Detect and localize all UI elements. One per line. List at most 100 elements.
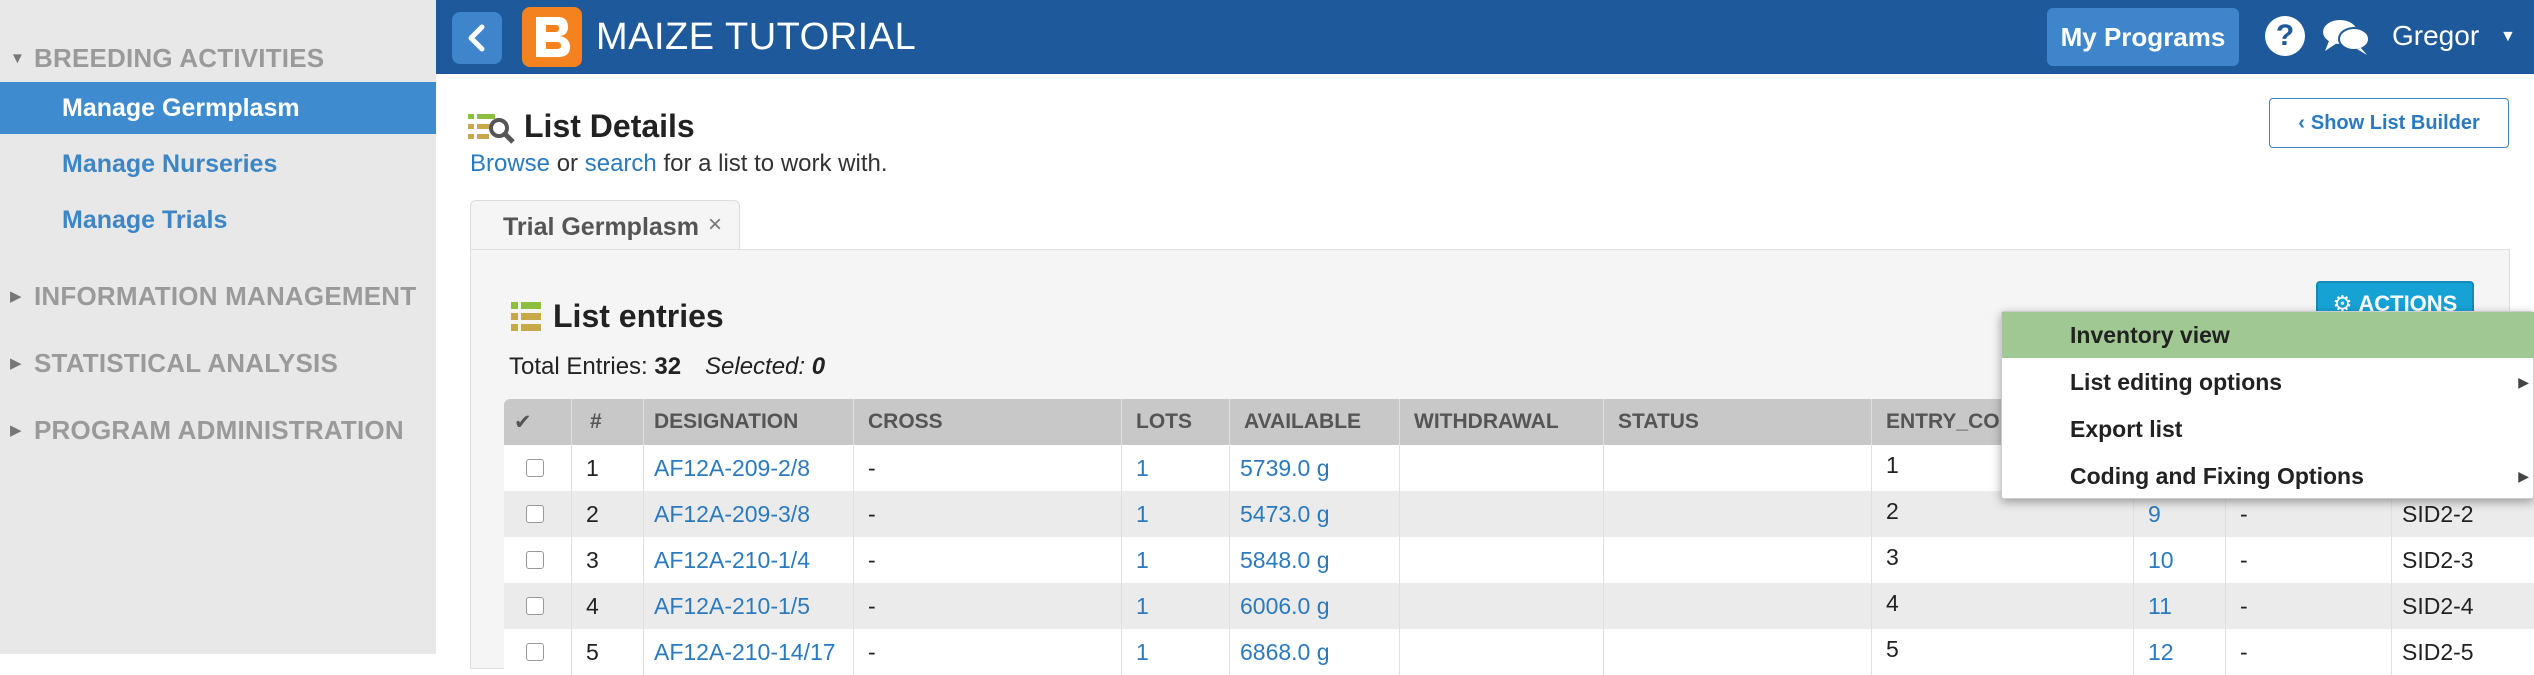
cell-gid[interactable]: 12 — [2134, 629, 2226, 675]
sidebar-item-manage-nurseries[interactable]: Manage Nurseries — [0, 138, 436, 190]
menu-item-coding-and-fixing-options[interactable]: Coding and Fixing Options ▶ — [2002, 453, 2534, 499]
browse-link[interactable]: Browse — [470, 150, 550, 177]
cell-lots[interactable]: 1 — [1122, 491, 1230, 537]
cell-gid-text[interactable]: 11 — [2148, 593, 2172, 620]
cell-gid[interactable]: 10 — [2134, 537, 2226, 583]
cell-available[interactable]: 5473.0 g — [1230, 491, 1400, 537]
cell-designation-text[interactable]: AF12A-210-14/17 — [654, 639, 836, 666]
cell-designation[interactable]: AF12A-210-14/17 — [644, 629, 854, 675]
column-header-lots[interactable]: LOTS — [1122, 399, 1230, 445]
cell-lots[interactable]: 1 — [1122, 445, 1230, 491]
menu-item-export-list[interactable]: Export list — [2002, 406, 2534, 452]
sidebar-item-manage-trials[interactable]: Manage Trials — [0, 194, 436, 246]
sidebar-section-statistical-analysis[interactable]: ▶ STATISTICAL ANALYSIS — [0, 341, 436, 385]
cell-designation[interactable]: AF12A-210-1/5 — [644, 583, 854, 629]
cell-available[interactable]: 5848.0 g — [1230, 537, 1400, 583]
show-list-builder-button[interactable]: ‹ Show List Builder — [2269, 98, 2509, 148]
cell-designation[interactable]: AF12A-209-3/8 — [644, 491, 854, 537]
cell-entry-code: 3 — [1872, 537, 2134, 583]
cell-lots[interactable]: 1 — [1122, 629, 1230, 675]
caret-down-icon: ▼ — [10, 49, 25, 67]
cell-designation-text[interactable]: AF12A-210-1/5 — [654, 593, 810, 620]
sidebar-section-information-management[interactable]: ▶ INFORMATION MANAGEMENT — [0, 274, 436, 318]
cell-available[interactable]: 6868.0 g — [1230, 629, 1400, 675]
row-checkbox — [504, 537, 572, 583]
column-header-available[interactable]: AVAILABLE — [1230, 399, 1400, 445]
cell-num: 5 — [572, 629, 644, 675]
cell-gid-text[interactable]: 12 — [2148, 639, 2174, 666]
cell-designation-text[interactable]: AF12A-209-3/8 — [654, 501, 810, 528]
caret-down-icon[interactable]: ▼ — [2500, 28, 2516, 46]
tab-trial-germplasm[interactable]: Trial Germplasm × — [470, 200, 740, 250]
cell-source-text: SID2-3 — [2402, 546, 2474, 573]
menu-item-label: Coding and Fixing Options — [2070, 462, 2364, 489]
cell-extra-text: - — [2240, 638, 2248, 665]
cell-gid[interactable]: 11 — [2134, 583, 2226, 629]
sidebar-section-breeding-activities[interactable]: ▼ BREEDING ACTIVITIES — [0, 36, 436, 80]
cell-lots-text[interactable]: 1 — [1136, 547, 1149, 574]
hint-suffix: for a list to work with. — [663, 150, 888, 177]
column-header-withdrawal[interactable]: WITHDRAWAL — [1400, 399, 1604, 445]
cell-available-text[interactable]: 6868.0 g — [1240, 639, 1330, 666]
close-icon[interactable]: × — [708, 211, 722, 239]
cell-available-text[interactable]: 5473.0 g — [1240, 501, 1330, 528]
cell-cross-text: - — [868, 500, 876, 527]
search-link[interactable]: search — [585, 150, 657, 177]
cell-source: SID2-3 — [2392, 537, 2534, 583]
cell-gid-text[interactable]: 9 — [2148, 501, 2161, 528]
column-header-status[interactable]: STATUS — [1604, 399, 1872, 445]
cell-lots[interactable]: 1 — [1122, 537, 1230, 583]
cell-available[interactable]: 6006.0 g — [1230, 583, 1400, 629]
chevron-left-icon: ‹ — [2298, 111, 2305, 134]
cell-designation[interactable]: AF12A-209-2/8 — [644, 445, 854, 491]
sidebar-item-manage-germplasm[interactable]: Manage Germplasm — [0, 82, 436, 134]
row-checkbox-input[interactable] — [526, 505, 544, 523]
cell-source: SID2-5 — [2392, 629, 2534, 675]
cell-designation-text[interactable]: AF12A-209-2/8 — [654, 455, 810, 482]
cell-designation-text[interactable]: AF12A-210-1/4 — [654, 547, 810, 574]
user-menu[interactable]: Gregor — [2392, 20, 2479, 52]
row-checkbox-input[interactable] — [526, 459, 544, 477]
column-header-cross[interactable]: CROSS — [854, 399, 1122, 445]
row-checkbox — [504, 629, 572, 675]
column-header-designation[interactable]: DESIGNATION — [644, 399, 854, 445]
cell-designation[interactable]: AF12A-210-1/4 — [644, 537, 854, 583]
cell-lots-text[interactable]: 1 — [1136, 455, 1149, 482]
cell-status — [1604, 583, 1872, 629]
menu-item-label: List editing options — [2070, 368, 2283, 395]
sidebar-section-label: BREEDING ACTIVITIES — [34, 42, 325, 73]
selected-entries: Selected: 0 — [705, 353, 825, 381]
cell-entry-code-text: 1 — [1886, 451, 1899, 478]
cell-lots-text[interactable]: 1 — [1136, 501, 1149, 528]
cell-entry-code: 4 — [1872, 583, 2134, 629]
row-checkbox — [504, 445, 572, 491]
cell-source-text: SID2-5 — [2402, 638, 2474, 665]
column-header-num[interactable]: # — [572, 399, 644, 445]
select-all-header[interactable]: ✔ — [504, 399, 572, 445]
table-row[interactable]: 4 AF12A-210-1/5 - 1 6006.0 g 4 11 - SID2-4 — [504, 583, 2534, 629]
cell-available[interactable]: 5739.0 g — [1230, 445, 1400, 491]
table-row[interactable]: 5 AF12A-210-14/17 - 1 6868.0 g 5 12 - SID2-5 — [504, 629, 2534, 675]
cell-lots-text[interactable]: 1 — [1136, 593, 1149, 620]
cell-lots[interactable]: 1 — [1122, 583, 1230, 629]
menu-item-list-editing-options[interactable]: List editing options ▶ — [2002, 359, 2534, 405]
cell-num: 4 — [572, 583, 644, 629]
cell-available-text[interactable]: 5848.0 g — [1240, 547, 1330, 574]
row-checkbox-input[interactable] — [526, 643, 544, 661]
menu-item-inventory-view[interactable]: Inventory view — [2002, 312, 2534, 358]
my-programs-button[interactable]: My Programs — [2047, 8, 2239, 66]
cell-lots-text[interactable]: 1 — [1136, 639, 1149, 666]
table-row[interactable]: 3 AF12A-210-1/4 - 1 5848.0 g 3 10 - SID2-3 — [504, 537, 2534, 583]
list-search-icon — [468, 110, 516, 151]
show-list-builder-label: Show List Builder — [2310, 111, 2480, 134]
list-entries-title: List entries — [553, 298, 724, 334]
sidebar-section-program-administration[interactable]: ▶ PROGRAM ADMINISTRATION — [0, 408, 436, 452]
cell-available-text[interactable]: 6006.0 g — [1240, 593, 1330, 620]
row-checkbox-input[interactable] — [526, 551, 544, 569]
chat-icon[interactable] — [2321, 17, 2371, 62]
row-checkbox-input[interactable] — [526, 597, 544, 615]
help-icon[interactable]: ? — [2265, 16, 2305, 56]
cell-available-text[interactable]: 5739.0 g — [1240, 455, 1330, 482]
back-button[interactable] — [452, 12, 502, 64]
cell-gid-text[interactable]: 10 — [2148, 547, 2174, 574]
